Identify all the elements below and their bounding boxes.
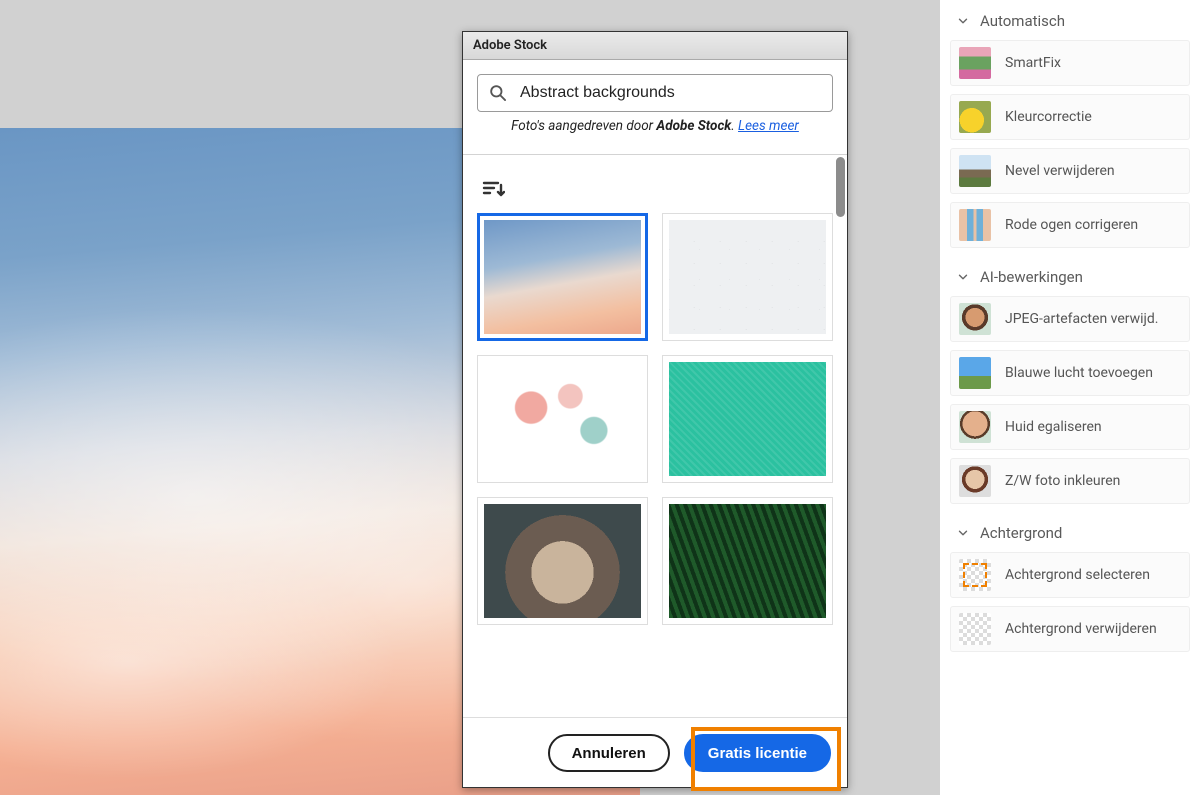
thumb-icon — [959, 465, 991, 497]
thumb-icon — [959, 47, 991, 79]
free-license-button[interactable]: Gratis licentie — [684, 734, 831, 772]
result-tile[interactable] — [662, 497, 833, 625]
chevron-down-icon — [956, 526, 970, 540]
action-label: Z/W foto inkleuren — [1005, 473, 1120, 489]
chevron-down-icon — [956, 270, 970, 284]
quick-actions-panel: Automatisch SmartFix Kleurcorrectie Neve… — [940, 0, 1200, 795]
thumb-icon — [959, 209, 991, 241]
result-image — [669, 504, 826, 618]
learn-more-link[interactable]: Lees meer — [738, 118, 799, 134]
action-rode-ogen[interactable]: Rode ogen corrigeren — [950, 202, 1190, 248]
section-label: Achtergrond — [980, 524, 1062, 542]
action-blauwe-lucht[interactable]: Blauwe lucht toevoegen — [950, 350, 1190, 396]
result-image — [669, 220, 826, 334]
action-label: Blauwe lucht toevoegen — [1005, 365, 1153, 381]
results-area — [463, 154, 847, 717]
result-tile[interactable] — [477, 213, 648, 341]
action-label: Huid egaliseren — [1005, 419, 1102, 435]
action-label: Achtergrond selecteren — [1005, 567, 1150, 583]
action-nevel-verwijderen[interactable]: Nevel verwijderen — [950, 148, 1190, 194]
action-label: Nevel verwijderen — [1005, 163, 1115, 179]
action-kleurcorrectie[interactable]: Kleurcorrectie — [950, 94, 1190, 140]
result-image — [669, 362, 826, 476]
section-automatisch[interactable]: Automatisch — [950, 0, 1190, 40]
action-achtergrond-selecteren[interactable]: Achtergrond selecteren — [950, 552, 1190, 598]
action-zw-inkleuren[interactable]: Z/W foto inkleuren — [950, 458, 1190, 504]
action-label: JPEG-artefacten verwijd. — [1005, 311, 1158, 327]
action-jpeg-artefacten[interactable]: JPEG-artefacten verwijd. — [950, 296, 1190, 342]
adobe-stock-modal: Adobe Stock Foto's aangedreven door Adob… — [462, 31, 848, 788]
result-image — [484, 504, 641, 618]
result-tile[interactable] — [477, 497, 648, 625]
chevron-down-icon — [956, 14, 970, 28]
action-label: SmartFix — [1005, 55, 1061, 71]
result-tile[interactable] — [662, 213, 833, 341]
result-image — [484, 362, 641, 476]
thumb-icon — [959, 613, 991, 645]
thumb-icon — [959, 155, 991, 187]
sort-icon[interactable] — [481, 177, 505, 201]
powered-by-text: Foto's aangedreven door Adobe Stock. Lee… — [477, 112, 833, 148]
thumb-icon — [959, 101, 991, 133]
section-label: Automatisch — [980, 12, 1065, 30]
section-achtergrond[interactable]: Achtergrond — [950, 512, 1190, 552]
thumb-icon — [959, 559, 991, 591]
result-tile[interactable] — [662, 355, 833, 483]
search-input[interactable] — [518, 83, 822, 103]
section-ai-bewerkingen[interactable]: AI-bewerkingen — [950, 256, 1190, 296]
result-image — [484, 220, 641, 334]
thumb-icon — [959, 411, 991, 443]
search-box[interactable] — [477, 74, 833, 112]
result-tile[interactable] — [477, 355, 648, 483]
action-achtergrond-verwijderen[interactable]: Achtergrond verwijderen — [950, 606, 1190, 652]
action-label: Rode ogen corrigeren — [1005, 217, 1138, 233]
cancel-button[interactable]: Annuleren — [548, 734, 670, 772]
thumb-icon — [959, 357, 991, 389]
action-label: Achtergrond verwijderen — [1005, 621, 1157, 637]
thumb-icon — [959, 303, 991, 335]
modal-footer: Annuleren Gratis licentie — [463, 717, 847, 788]
modal-title: Adobe Stock — [473, 38, 547, 53]
section-label: AI-bewerkingen — [980, 268, 1083, 286]
action-huid-egaliseren[interactable]: Huid egaliseren — [950, 404, 1190, 450]
search-icon — [488, 83, 508, 103]
modal-titlebar[interactable]: Adobe Stock — [463, 32, 847, 60]
action-smartfix[interactable]: SmartFix — [950, 40, 1190, 86]
action-label: Kleurcorrectie — [1005, 109, 1092, 125]
